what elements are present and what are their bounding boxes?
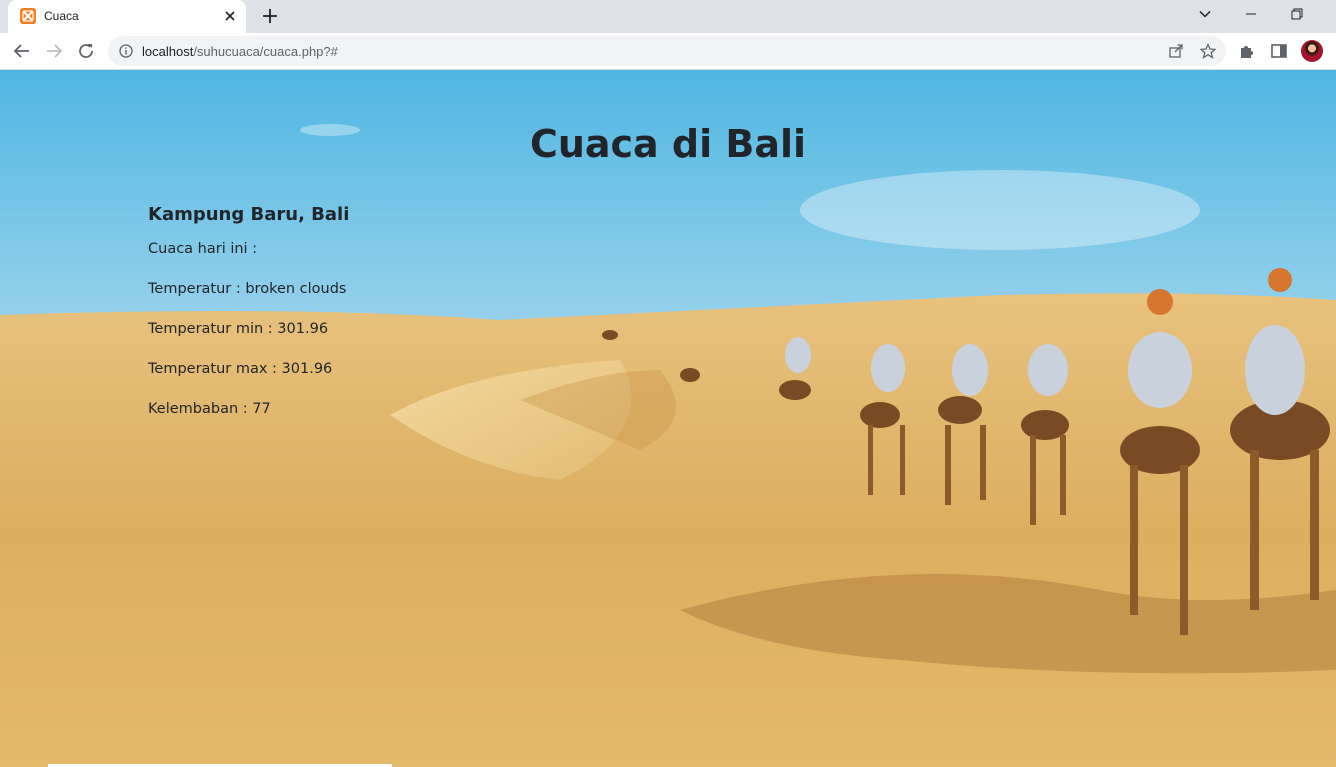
share-icon[interactable] — [1168, 43, 1184, 59]
browser-tab[interactable]: Cuaca — [8, 0, 246, 33]
weather-description: Temperatur : broken clouds — [148, 281, 347, 297]
bookmark-star-icon[interactable] — [1200, 43, 1216, 59]
new-tab-icon[interactable] — [260, 6, 280, 26]
temperature-max: Temperatur max : 301.96 — [148, 361, 333, 377]
minimize-button[interactable] — [1239, 4, 1263, 24]
reload-icon — [79, 44, 93, 58]
weather-content: Cuaca di Bali Kampung Baru, Bali Cuaca h… — [0, 70, 1336, 767]
xampp-favicon-icon — [20, 8, 36, 24]
today-label: Cuaca hari ini : — [148, 241, 258, 257]
back-button[interactable] — [10, 39, 34, 63]
minimize-icon — [1246, 13, 1256, 15]
url-text: localhost/suhucuaca/cuaca.php?# — [142, 44, 338, 59]
temperature-min: Temperatur min : 301.96 — [148, 321, 329, 337]
tab-search-button[interactable] — [1193, 4, 1217, 24]
profile-avatar[interactable] — [1301, 40, 1323, 62]
address-bar[interactable]: localhost/suhucuaca/cuaca.php?# — [108, 36, 1226, 66]
tab-strip: Cuaca — [0, 0, 1336, 33]
chevron-down-icon — [1199, 10, 1211, 18]
tab-title: Cuaca — [44, 9, 79, 23]
restore-button[interactable] — [1285, 4, 1309, 24]
page-viewport: Cuaca di Bali Kampung Baru, Bali Cuaca h… — [0, 70, 1336, 767]
page-title: Cuaca di Bali — [529, 122, 807, 166]
arrow-left-icon — [13, 44, 29, 58]
side-panel-icon[interactable] — [1270, 42, 1288, 60]
url-path: /suhucuaca/cuaca.php?# — [193, 44, 338, 59]
browser-toolbar: localhost/suhucuaca/cuaca.php?# — [0, 33, 1336, 69]
extensions-puzzle-icon[interactable] — [1238, 42, 1256, 60]
forward-button[interactable] — [42, 39, 66, 63]
reload-button[interactable] — [74, 39, 98, 63]
location-heading: Kampung Baru, Bali — [148, 204, 350, 225]
arrow-right-icon — [47, 44, 63, 58]
url-host: localhost — [142, 44, 194, 59]
info-icon[interactable] — [119, 44, 133, 58]
restore-icon — [1291, 8, 1303, 20]
humidity: Kelembaban : 77 — [148, 401, 271, 417]
close-tab-icon[interactable] — [222, 8, 238, 24]
